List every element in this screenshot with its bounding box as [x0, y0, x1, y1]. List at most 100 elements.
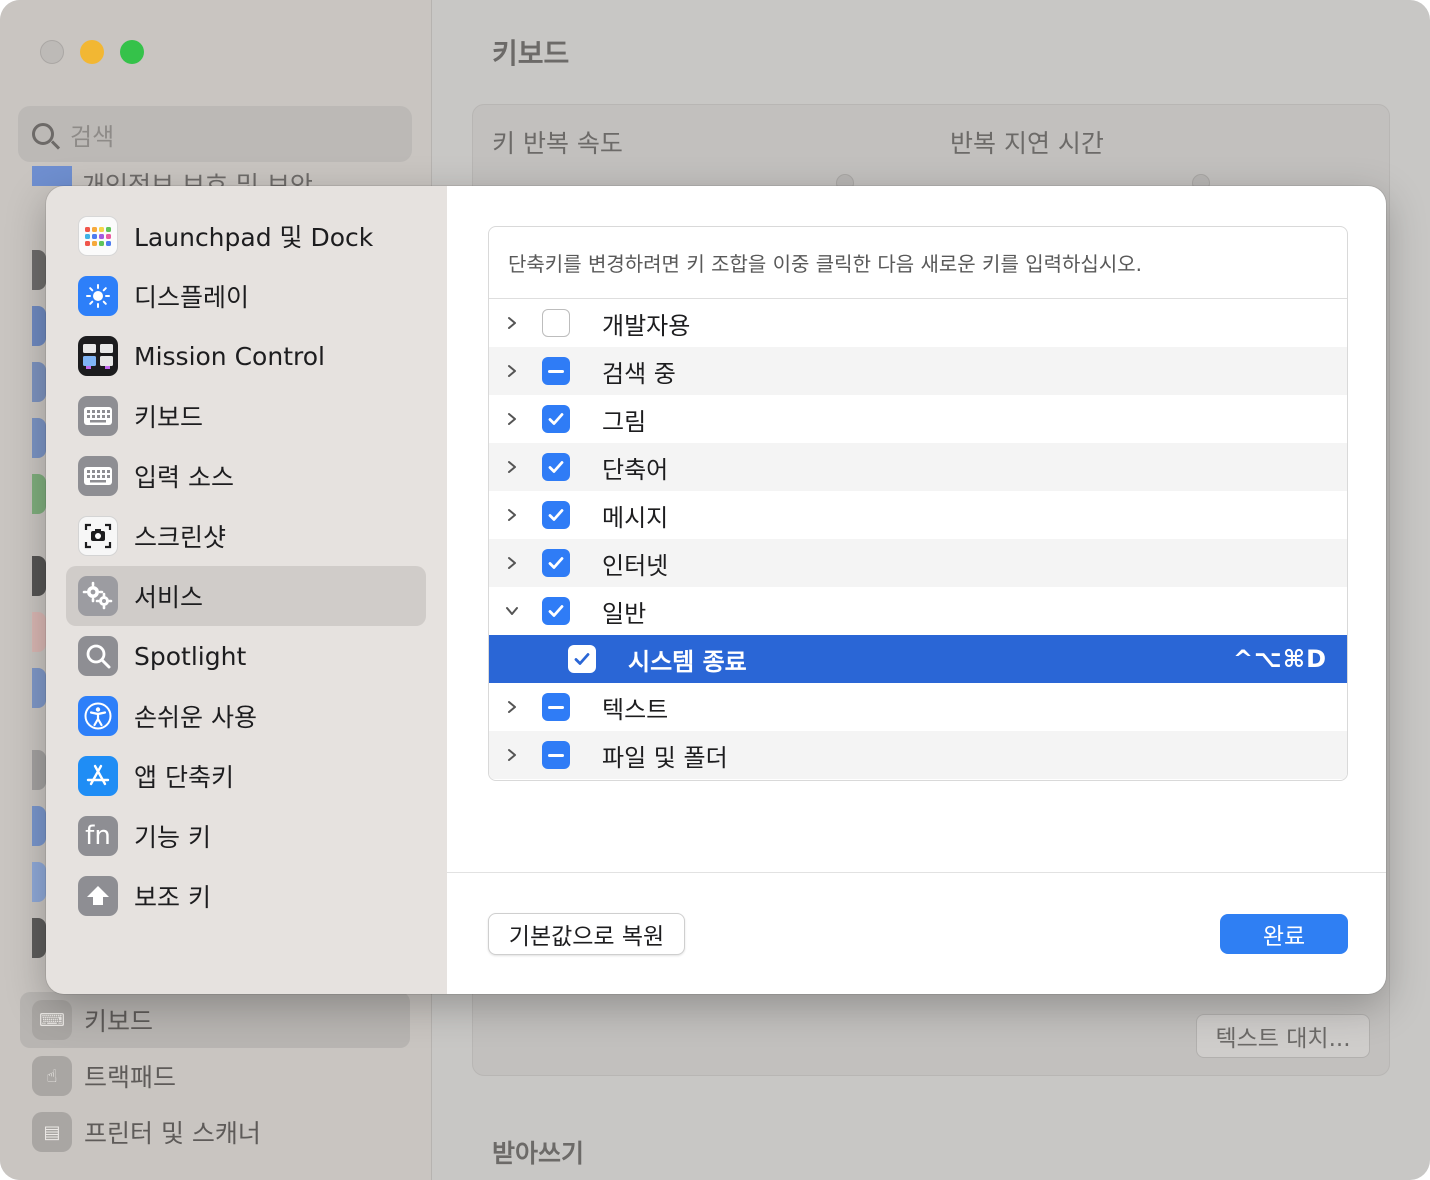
sidebar-item-trackpad[interactable]: ☝ 트랙패드: [20, 1048, 410, 1104]
sidebar-peek-icon: [32, 750, 46, 790]
checkbox-checked[interactable]: [542, 501, 570, 529]
input-sources-icon: [78, 456, 118, 496]
chevron-right-icon[interactable]: [501, 360, 523, 382]
page-title: 키보드: [492, 37, 570, 70]
sidebar-peek-icon: [32, 862, 46, 902]
sidebar-item-function-keys[interactable]: fn 기능 키: [66, 806, 426, 866]
sidebar-peek-icon: [32, 918, 46, 958]
sidebar-item-label: Launchpad 및 Dock: [134, 223, 374, 252]
list-item-text[interactable]: 텍스트: [489, 683, 1347, 731]
checkbox-checked[interactable]: [542, 597, 570, 625]
restore-defaults-button[interactable]: 기본값으로 복원: [488, 913, 685, 955]
row-label: 일반: [602, 599, 647, 628]
row-label: 그림: [602, 407, 647, 436]
services-outline-list: 단축키를 변경하려면 키 조합을 이중 클릭한 다음 새로운 키를 입력하십시오…: [488, 226, 1348, 781]
list-item-shut-down-selected[interactable]: 시스템 종료 ^⌥⌘D: [489, 635, 1347, 683]
checkbox-unchecked[interactable]: [542, 309, 570, 337]
chevron-down-icon[interactable]: [501, 600, 523, 622]
sidebar-item-mission-control[interactable]: Mission Control: [66, 326, 426, 386]
chevron-right-icon[interactable]: [501, 552, 523, 574]
sidebar-item-services[interactable]: 서비스: [66, 566, 426, 626]
sidebar-item-label: 서비스: [134, 583, 204, 612]
done-button[interactable]: 완료: [1220, 914, 1348, 954]
sidebar-item-label: 기능 키: [134, 823, 211, 852]
sidebar-item-label: 키보드: [134, 403, 204, 432]
sidebar-item-spotlight[interactable]: Spotlight: [66, 626, 426, 686]
list-item-internet[interactable]: 인터넷: [489, 539, 1347, 587]
checkbox-mixed[interactable]: [542, 741, 570, 769]
row-label: 검색 중: [602, 359, 676, 388]
sidebar-peek-icon: [32, 418, 46, 458]
list-item-developer[interactable]: 개발자용: [489, 299, 1347, 347]
chevron-right-icon[interactable]: [501, 504, 523, 526]
launchpad-icon: [78, 216, 118, 256]
list-item-files-folders[interactable]: 파일 및 폴더: [489, 731, 1347, 779]
list-item-general[interactable]: 일반: [489, 587, 1347, 635]
checkbox-mixed[interactable]: [542, 357, 570, 385]
chevron-right-icon[interactable]: [501, 312, 523, 334]
sidebar-item-label: 키보드: [84, 1007, 154, 1036]
text-replacements-button[interactable]: 텍스트 대치...: [1196, 1014, 1370, 1058]
list-item-searching[interactable]: 검색 중: [489, 347, 1347, 395]
minimize-window-button[interactable]: [80, 40, 104, 64]
sidebar-item-printers[interactable]: ▤ 프린터 및 스캐너: [20, 1104, 410, 1160]
sidebar-item-label: 프린터 및 스캐너: [84, 1119, 261, 1148]
keyboard-icon: ⌨: [32, 1000, 72, 1040]
row-label: 메시지: [602, 503, 669, 532]
sidebar-item-screenshots[interactable]: 스크린샷: [66, 506, 426, 566]
checkbox-checked[interactable]: [568, 645, 596, 673]
sidebar-peek-icon: [32, 306, 46, 346]
sidebar-item-label: Mission Control: [134, 341, 325, 371]
function-keys-icon: fn: [78, 816, 118, 856]
sidebar-item-label: 트랙패드: [84, 1063, 177, 1092]
chevron-right-icon[interactable]: [501, 744, 523, 766]
chevron-right-icon[interactable]: [501, 696, 523, 718]
sidebar-search-field[interactable]: 검색: [18, 106, 412, 162]
sidebar-item-label: Spotlight: [134, 641, 247, 671]
row-label: 개발자용: [602, 311, 691, 340]
checkbox-mixed[interactable]: [542, 693, 570, 721]
app-shortcuts-icon: [78, 756, 118, 796]
keyboard-icon: [78, 396, 118, 436]
sidebar-peek-icon: [32, 556, 46, 596]
sidebar-peek-icon: [32, 362, 46, 402]
services-shortcuts-pane: 단축키를 변경하려면 키 조합을 이중 클릭한 다음 새로운 키를 입력하십시오…: [447, 186, 1386, 994]
sidebar-item-keyboard[interactable]: 키보드: [66, 386, 426, 446]
sidebar-item-app-shortcuts[interactable]: 앱 단축키: [66, 746, 426, 806]
services-gears-icon: [78, 576, 118, 616]
list-item-shortcuts[interactable]: 단축어: [489, 443, 1347, 491]
partial-sidebar-label: 개인정보 보호 및 보안: [82, 171, 313, 186]
display-brightness-icon: [78, 276, 118, 316]
sidebar-item-keyboard[interactable]: ⌨ 키보드: [20, 992, 410, 1048]
privacy-hand-icon: [32, 166, 72, 186]
delay-until-repeat-label: 반복 지연 시간: [950, 129, 1104, 158]
zoom-window-button[interactable]: [120, 40, 144, 64]
shortcut-edit-hint: 단축키를 변경하려면 키 조합을 이중 클릭한 다음 새로운 키를 입력하십시오…: [489, 227, 1347, 299]
chevron-right-icon[interactable]: [501, 456, 523, 478]
sidebar-item-input-sources[interactable]: 입력 소스: [66, 446, 426, 506]
sidebar-item-displays[interactable]: 디스플레이: [66, 266, 426, 326]
sidebar-item-accessibility[interactable]: 손쉬운 사용: [66, 686, 426, 746]
sidebar-peek-icon: [32, 612, 46, 652]
checkbox-checked[interactable]: [542, 549, 570, 577]
chevron-right-icon[interactable]: [501, 408, 523, 430]
sidebar-item-launchpad-dock[interactable]: Launchpad 및 Dock: [66, 206, 426, 266]
spotlight-search-icon: [78, 636, 118, 676]
search-placeholder: 검색: [70, 122, 115, 151]
close-window-button[interactable]: [40, 40, 64, 64]
sidebar-item-label: 스크린샷: [134, 523, 227, 552]
row-label: 시스템 종료: [628, 647, 747, 676]
sidebar-peek-icon: [32, 250, 46, 290]
checkbox-checked[interactable]: [542, 453, 570, 481]
sidebar-peek-icon: [32, 474, 46, 514]
sidebar-item-label: 입력 소스: [134, 463, 234, 492]
sidebar-item-label: 앱 단축키: [134, 763, 234, 792]
keyboard-shortcut-value[interactable]: ^⌥⌘D: [1233, 645, 1327, 673]
key-repeat-rate-label: 키 반복 속도: [492, 129, 623, 158]
footer-divider: [447, 872, 1386, 873]
list-item-messages[interactable]: 메시지: [489, 491, 1347, 539]
shortcut-categories-sidebar: Launchpad 및 Dock 디스플레이 Mission Control 키…: [46, 186, 447, 994]
list-item-pictures[interactable]: 그림: [489, 395, 1347, 443]
sidebar-item-modifier-keys[interactable]: 보조 키: [66, 866, 426, 926]
checkbox-checked[interactable]: [542, 405, 570, 433]
